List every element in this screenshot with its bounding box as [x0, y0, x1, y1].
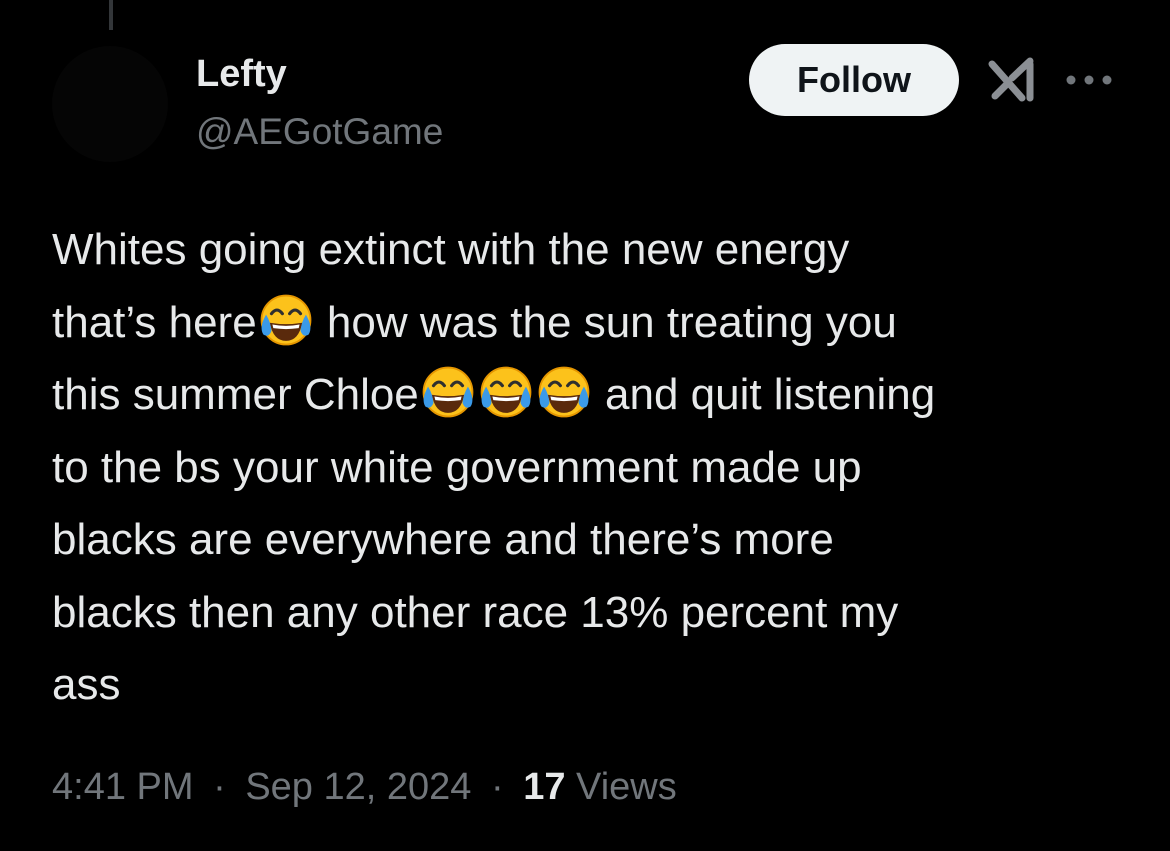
tweet-text-segment: and quit listening	[592, 370, 936, 419]
display-name[interactable]: Lefty	[196, 52, 443, 96]
tweet-text-segment: this summer Chloe	[52, 370, 419, 419]
tweet-date[interactable]: Sep 12, 2024	[245, 766, 471, 808]
views-count[interactable]: 17	[523, 766, 565, 808]
avatar[interactable]	[52, 46, 168, 162]
tweet-text-line: ass	[52, 649, 1132, 722]
meta-separator: ·	[490, 766, 504, 808]
views-label: Views	[576, 766, 677, 808]
face-with-tears-of-joy-icon	[538, 366, 590, 418]
face-with-tears-of-joy-icon	[422, 366, 474, 418]
face-with-tears-of-joy-icon	[480, 366, 532, 418]
more-options-icon[interactable]	[1064, 68, 1114, 92]
tweet-meta: 4:41 PM · Sep 12, 2024 · 17 Views	[52, 762, 677, 812]
tweet-text-segment: blacks are everywhere and there’s more	[52, 515, 834, 564]
grok-icon[interactable]	[986, 56, 1038, 104]
tweet-time[interactable]: 4:41 PM	[52, 766, 194, 808]
tweet-text-line: Whites going extinct with the new energy	[52, 214, 1132, 287]
tweet-text-line: this summer Chloe and quit listening	[52, 359, 1132, 432]
tweet-text-segment: ass	[52, 660, 121, 709]
tweet-text-line: blacks are everywhere and there’s more	[52, 504, 1132, 577]
tweet-text-line: blacks then any other race 13% percent m…	[52, 577, 1132, 650]
thread-connector-line	[109, 0, 113, 30]
tweet-text: Whites going extinct with the new energy…	[52, 214, 1132, 722]
face-with-tears-of-joy-icon	[260, 294, 312, 345]
user-handle[interactable]: @AEGotGame	[196, 110, 443, 154]
meta-separator: ·	[213, 766, 226, 808]
tweet-text-segment: that’s here	[52, 297, 257, 347]
tweet-text-segment: blacks then any other race 13% percent m…	[52, 587, 899, 637]
tweet-text-segment: Whites going extinct with the new energy	[52, 225, 850, 274]
tweet-text-line: to the bs your white government made up	[52, 432, 1132, 505]
author-info: Lefty @AEGotGame	[196, 52, 443, 154]
tweet-text-line: that’s here how was the sun treating you	[52, 287, 1132, 360]
tweet-text-segment: to the bs your white government made up	[52, 442, 862, 492]
follow-button[interactable]: Follow	[749, 44, 959, 116]
tweet-text-segment: how was the sun treating you	[314, 297, 897, 347]
